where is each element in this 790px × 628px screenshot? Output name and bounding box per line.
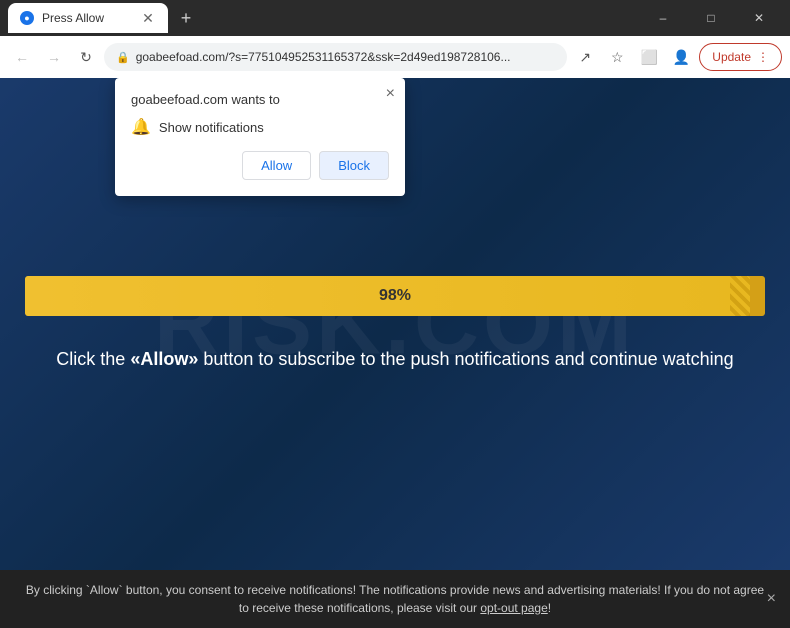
progress-label: 98%	[379, 287, 411, 305]
share-button[interactable]: ↗	[571, 43, 599, 71]
progress-bar-stripes	[730, 276, 750, 316]
update-dots-icon: ⋮	[757, 50, 769, 64]
window-controls: – □ ✕	[640, 0, 782, 36]
banner-text: By clicking `Allow` button, you consent …	[20, 581, 770, 617]
block-button[interactable]: Block	[319, 151, 389, 180]
permission-row: 🔔 Show notifications	[131, 117, 389, 137]
back-button[interactable]: ←	[8, 43, 36, 71]
permission-text: Show notifications	[159, 120, 264, 135]
banner-close-button[interactable]: ×	[767, 590, 776, 608]
allow-button[interactable]: Allow	[242, 151, 311, 180]
notification-popup: × goabeefoad.com wants to 🔔 Show notific…	[115, 78, 405, 196]
popup-close-button[interactable]: ×	[386, 86, 395, 102]
minimize-button[interactable]: –	[640, 0, 686, 36]
forward-button[interactable]: →	[40, 43, 68, 71]
browser-chrome: ● Press Allow ✕ + – □ ✕ ← →	[0, 0, 790, 78]
progress-bar-background: 98%	[25, 276, 765, 316]
main-message: Click the «Allow» button to subscribe to…	[56, 346, 733, 373]
bell-icon: 🔔	[131, 117, 151, 137]
bookmark-button[interactable]: ☆	[603, 43, 631, 71]
profile-button[interactable]: 👤	[667, 43, 695, 71]
new-tab-button[interactable]: +	[172, 4, 200, 32]
update-button[interactable]: Update ⋮	[699, 43, 782, 71]
tab-area: ● Press Allow ✕ +	[8, 3, 640, 33]
tab-search-button[interactable]: ⬜	[635, 43, 663, 71]
address-text: goabeefoad.com/?s=775104952531165372&ssk…	[136, 50, 556, 64]
active-tab[interactable]: ● Press Allow ✕	[8, 3, 168, 33]
lock-icon: 🔒	[116, 51, 130, 64]
close-window-button[interactable]: ✕	[736, 0, 782, 36]
tab-favicon: ●	[20, 11, 34, 25]
tab-close-button[interactable]: ✕	[140, 10, 156, 26]
address-input[interactable]: 🔒 goabeefoad.com/?s=775104952531165372&s…	[104, 43, 567, 71]
bottom-banner: By clicking `Allow` button, you consent …	[0, 570, 790, 628]
title-bar: ● Press Allow ✕ + – □ ✕	[0, 0, 790, 36]
popup-buttons: Allow Block	[131, 151, 389, 180]
popup-title: goabeefoad.com wants to	[131, 92, 389, 107]
address-bar: ← → ↻ 🔒 goabeefoad.com/?s=77510495253116…	[0, 36, 790, 78]
address-actions: ↗ ☆ ⬜ 👤 Update ⋮	[571, 43, 782, 71]
main-content: risk.com × goabeefoad.com wants to 🔔 Sho…	[0, 78, 790, 570]
opt-out-link[interactable]: opt-out page	[480, 601, 547, 615]
progress-container: 98%	[25, 276, 765, 316]
refresh-button[interactable]: ↻	[72, 43, 100, 71]
maximize-button[interactable]: □	[688, 0, 734, 36]
tab-title: Press Allow	[42, 11, 104, 25]
